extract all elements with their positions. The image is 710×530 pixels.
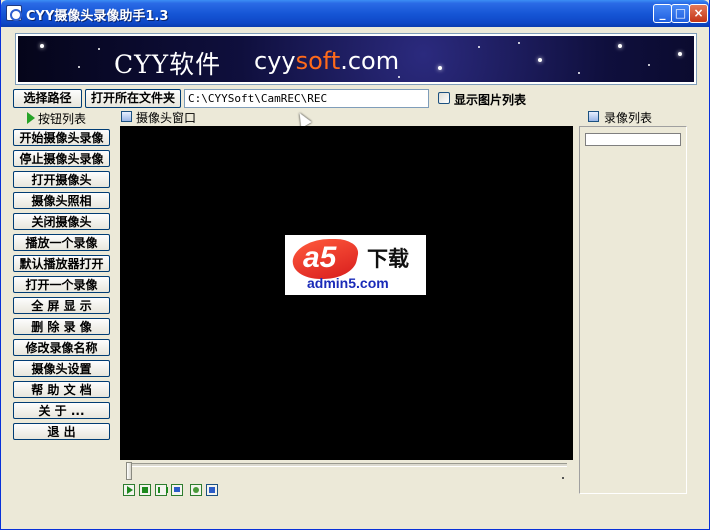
start-recording-button[interactable]: 开始摄像头录像 [13,129,110,146]
banner-brand-text: CYY软件 [114,50,222,79]
banner-url-prefix: cyy [254,47,296,75]
stop-recording-button[interactable]: 停止摄像头录像 [13,150,110,167]
open-folder-button[interactable]: 打开所在文件夹 [85,89,181,108]
rename-recording-button[interactable]: 修改录像名称 [13,339,110,356]
show-images-checkbox[interactable] [438,92,450,104]
brand-banner: CYY软件 cyysoft.com [15,33,697,85]
select-path-button[interactable]: 选择路径 [13,89,82,108]
watermark-mark: a5 [303,241,337,274]
open-camera-button[interactable]: 打开摄像头 [13,171,110,188]
pause-icon[interactable] [155,484,168,496]
recording-list-header: 录像列表 [604,111,653,125]
window-title: CYY摄像头录像助手1.3 [26,9,169,24]
main-window: CYY摄像头录像助手1.3 _ □ × CYY软件 cyysoft.com 选择… [0,0,710,530]
recording-list-box[interactable] [585,133,681,146]
button-list-header: 按钮列表 [38,112,87,126]
slider-end-mark [562,477,564,479]
show-images-label[interactable]: 显示图片列表 [454,91,526,108]
playback-slider-thumb[interactable] [126,462,132,480]
banner-url-suffix: .com [340,47,400,75]
help-button[interactable]: 帮 助 文 档 [13,381,110,398]
exit-button[interactable]: 退 出 [13,423,110,440]
button-list-arrow-icon [27,112,35,124]
watermark-url: admin5.com [307,275,389,291]
photo-icon[interactable] [190,484,202,496]
recording-list-icon [588,111,599,122]
default-player-button[interactable]: 默认播放器打开 [13,255,110,272]
camera-window-icon [121,111,132,122]
stop-icon[interactable] [139,484,151,496]
path-input[interactable]: C:\CYYSoft\CamREC\REC [184,89,429,108]
title-bar[interactable]: CYY摄像头录像助手1.3 _ □ × [1,0,709,27]
open-recording-button[interactable]: 打开一个录像 [13,276,110,293]
camera-photo-button[interactable]: 摄像头照相 [13,192,110,209]
banner-url: cyysoft.com [254,47,399,75]
recording-list-panel [579,126,687,494]
close-button[interactable]: × [689,4,708,23]
save-icon[interactable] [206,484,218,496]
fullscreen-button[interactable]: 全 屏 显 示 [13,297,110,314]
camera-settings-button[interactable]: 摄像头设置 [13,360,110,377]
camera-window-header: 摄像头窗口 [136,111,197,125]
playback-slider-track[interactable] [127,463,567,467]
delete-recording-button[interactable]: 删 除 录 像 [13,318,110,335]
maximize-button[interactable]: □ [671,4,690,23]
play-icon[interactable] [123,484,135,496]
app-icon[interactable] [6,5,22,21]
about-button[interactable]: 关 于 ... [13,402,110,419]
banner-url-highlight: soft [295,47,341,75]
watermark-logo: a5 下载 admin5.com [285,235,426,295]
play-recording-button[interactable]: 播放一个录像 [13,234,110,251]
watermark-title: 下载 [367,247,409,271]
close-camera-button[interactable]: 关闭摄像头 [13,213,110,230]
minimize-button[interactable]: _ [653,4,672,23]
monitor-icon[interactable] [171,484,183,496]
